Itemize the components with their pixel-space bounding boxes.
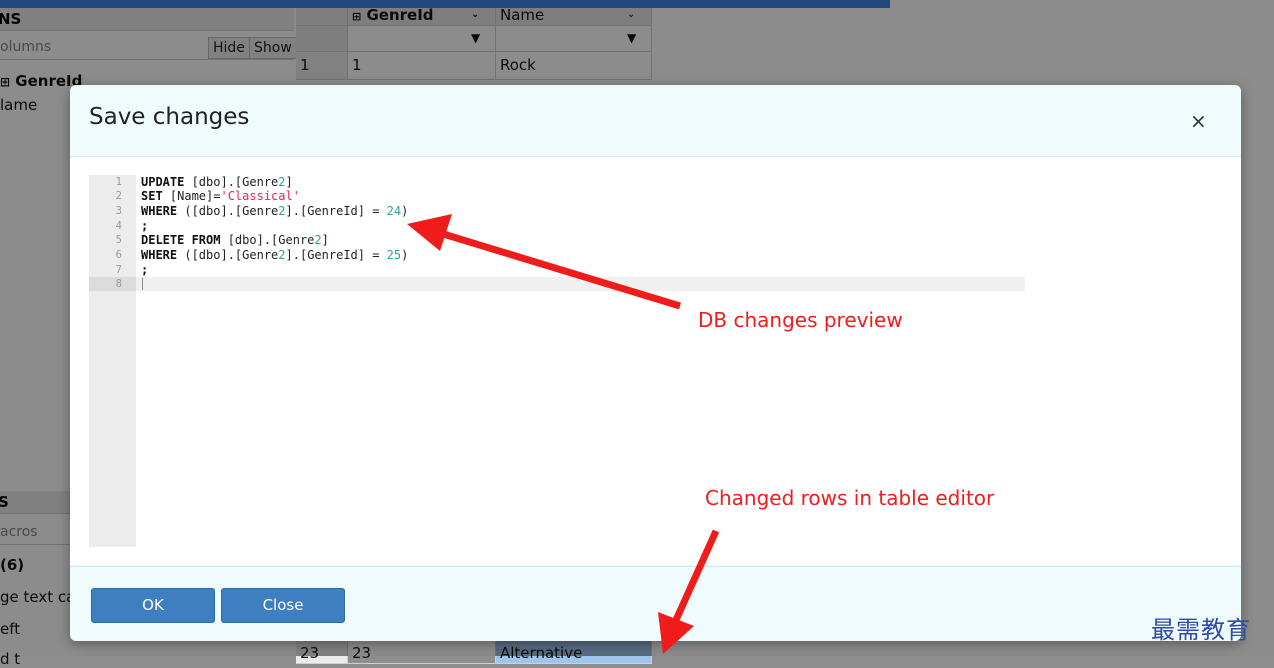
annotation-changed-rows: Changed rows in table editor <box>705 486 995 510</box>
annotation-arrows <box>407 214 720 654</box>
arrow-to-preview <box>407 214 682 310</box>
annotation-db-preview: DB changes preview <box>698 308 903 332</box>
arrow-to-changed-rows <box>658 529 720 654</box>
watermark-logo: 最需教育 <box>1151 616 1251 644</box>
